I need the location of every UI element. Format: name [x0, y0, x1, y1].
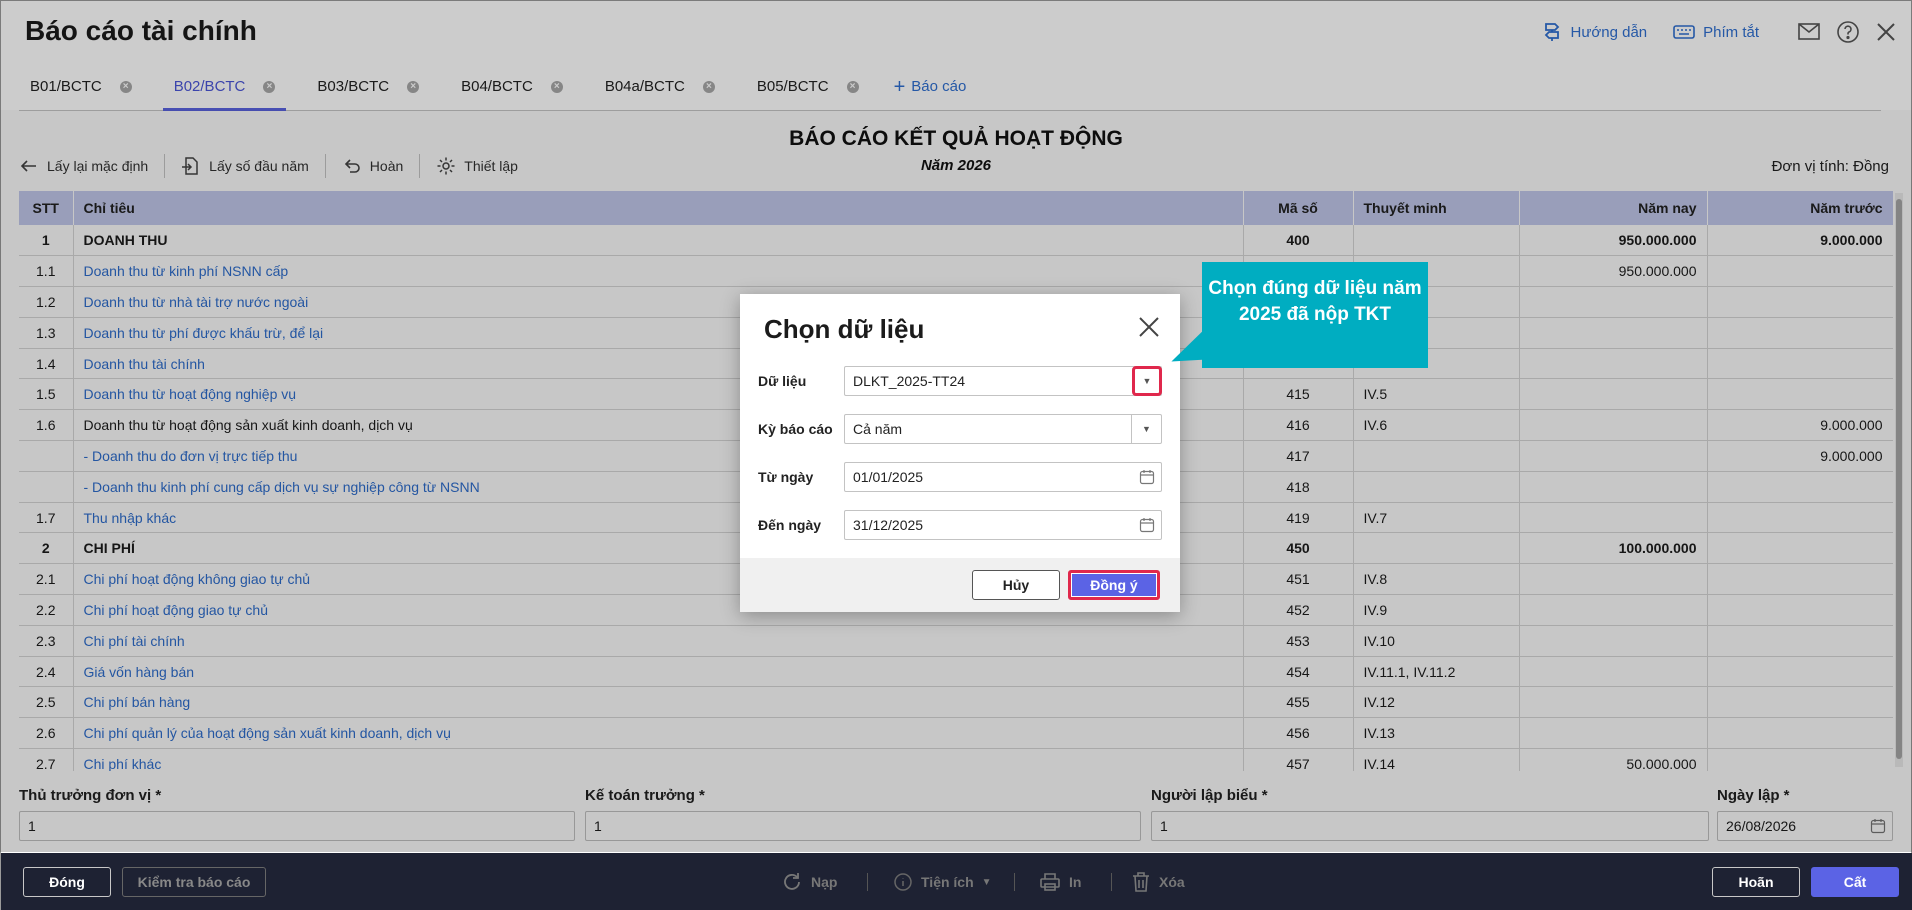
check-report-button[interactable]: Kiểm tra báo cáo	[122, 867, 266, 897]
modal-backdrop-top	[0, 0, 1912, 110]
info-icon	[894, 873, 912, 891]
close-icon[interactable]	[1136, 314, 1162, 340]
delete-label: Xóa	[1159, 874, 1185, 890]
bar-divider	[1111, 873, 1112, 891]
to-date-row: Đến ngày 31/12/2025	[758, 510, 1162, 540]
calendar-icon[interactable]	[1139, 517, 1155, 533]
trash-icon	[1133, 872, 1149, 892]
period-value: Cả năm	[853, 421, 903, 437]
load-label: Nạp	[811, 874, 838, 890]
from-date-input[interactable]: 01/01/2025	[844, 462, 1162, 492]
data-value: DLKT_2025-TT24	[853, 373, 966, 389]
chevron-down-icon: ▼	[1142, 376, 1152, 386]
bar-divider	[1014, 873, 1015, 891]
dialog-footer: Hủy Đồng ý	[740, 558, 1180, 612]
to-date-input[interactable]: 31/12/2025	[844, 510, 1162, 540]
utility-button[interactable]: Tiện ích ▼	[893, 867, 992, 897]
period-select[interactable]: Cả năm ▼	[844, 414, 1162, 444]
period-row: Kỳ báo cáo Cả năm ▼	[758, 414, 1162, 444]
data-row: Dữ liệu DLKT_2025-TT24 ▼	[758, 366, 1162, 396]
dialog-title: Chọn dữ liệu	[764, 314, 925, 344]
load-button[interactable]: Nạp	[781, 867, 837, 897]
save-button[interactable]: Cất	[1811, 867, 1899, 897]
cancel-button[interactable]: Hủy	[972, 570, 1060, 600]
close-button[interactable]: Đóng	[23, 867, 111, 897]
select-data-dialog: Chọn dữ liệu Dữ liệu DLKT_2025-TT24 ▼ Kỳ…	[740, 294, 1180, 612]
to-date-label: Đến ngày	[758, 517, 822, 533]
from-date-row: Từ ngày 01/01/2025	[758, 462, 1162, 492]
period-label: Kỳ báo cáo	[758, 421, 833, 437]
utility-label: Tiện ích	[921, 874, 974, 890]
print-label: In	[1069, 874, 1082, 890]
to-date-value: 31/12/2025	[853, 517, 924, 533]
data-label: Dữ liệu	[758, 373, 807, 389]
print-button[interactable]: In	[1039, 867, 1081, 897]
bar-divider	[867, 873, 868, 891]
delete-button[interactable]: Xóa	[1131, 867, 1185, 897]
chevron-down-icon: ▼	[981, 876, 992, 888]
bottom-action-bar: Đóng Kiểm tra báo cáo Nạp Tiện ích ▼ In …	[1, 853, 1912, 910]
instruction-callout: Chọn đúng dữ liệu năm 2025 đã nộp TKT	[1202, 262, 1428, 368]
period-dropdown-button[interactable]: ▼	[1131, 415, 1161, 443]
defer-button[interactable]: Hoãn	[1712, 867, 1800, 897]
data-dropdown-button[interactable]: ▼	[1132, 366, 1162, 396]
refresh-icon	[784, 873, 800, 890]
confirm-button[interactable]: Đồng ý	[1068, 570, 1160, 600]
from-date-value: 01/01/2025	[853, 469, 924, 485]
chevron-down-icon: ▼	[1142, 424, 1151, 434]
from-date-label: Từ ngày	[758, 469, 814, 485]
calendar-icon[interactable]	[1139, 469, 1155, 485]
printer-icon	[1040, 873, 1060, 891]
data-select[interactable]: DLKT_2025-TT24 ▼	[844, 366, 1162, 396]
